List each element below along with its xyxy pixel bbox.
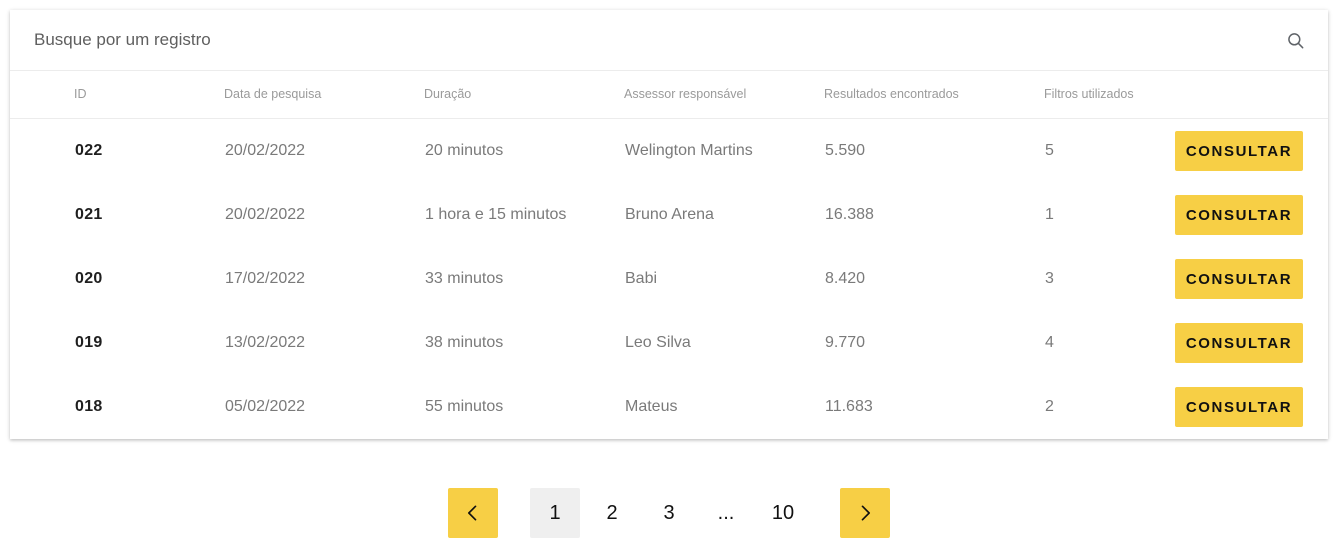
- cell-advisor: Babi: [625, 270, 658, 287]
- table-header: ID Data de pesquisa Duração Assessor res…: [10, 71, 1328, 119]
- consult-button[interactable]: CONSULTAR: [1175, 323, 1303, 363]
- table-row: 022 20/02/2022 20 minutos Welington Mart…: [10, 119, 1328, 183]
- cell-results: 16.388: [825, 206, 874, 223]
- cell-date: 20/02/2022: [225, 142, 306, 159]
- table-body: 022 20/02/2022 20 minutos Welington Mart…: [10, 119, 1328, 439]
- cell-filters: 4: [1045, 334, 1054, 351]
- page-ellipsis: ...: [717, 501, 735, 524]
- cell-advisor: Mateus: [625, 398, 678, 415]
- chevron-right-icon: [861, 505, 870, 521]
- cell-results: 9.770: [825, 334, 866, 351]
- search-input[interactable]: [34, 22, 1304, 58]
- next-page-button[interactable]: [840, 488, 890, 538]
- cell-duration: 1 hora e 15 minutos: [425, 206, 567, 223]
- table-row: 018 05/02/2022 55 minutos Mateus 11.683 …: [10, 375, 1328, 439]
- cell-filters: 5: [1045, 142, 1054, 159]
- cell-date: 05/02/2022: [225, 398, 306, 415]
- header-filters: Filtros utilizados: [1044, 87, 1134, 101]
- cell-results: 5.590: [825, 142, 866, 159]
- search-bar: [10, 10, 1328, 71]
- cell-id: 021: [75, 206, 103, 223]
- cell-id: 020: [75, 270, 103, 287]
- cell-date: 20/02/2022: [225, 206, 306, 223]
- table-row: 020 17/02/2022 33 minutos Babi 8.420 3 C…: [10, 247, 1328, 311]
- search-icon[interactable]: [1286, 31, 1306, 51]
- cell-id: 019: [75, 334, 103, 351]
- page-button-last[interactable]: 10: [758, 488, 808, 538]
- cell-duration: 38 minutos: [425, 334, 504, 351]
- cell-id: 022: [75, 142, 103, 159]
- consult-button[interactable]: CONSULTAR: [1175, 195, 1303, 235]
- header-results: Resultados encontrados: [824, 87, 959, 101]
- header-duration: Duração: [424, 87, 472, 101]
- pagination: 1 2 3 ... 10: [0, 488, 1338, 538]
- consult-button[interactable]: CONSULTAR: [1175, 131, 1303, 171]
- cell-filters: 2: [1045, 398, 1054, 415]
- header-advisor: Assessor responsável: [624, 87, 747, 101]
- page-button-1[interactable]: 1: [530, 488, 580, 538]
- page-button-2[interactable]: 2: [587, 488, 637, 538]
- cell-date: 17/02/2022: [225, 270, 306, 287]
- header-id: ID: [74, 87, 87, 101]
- cell-duration: 33 minutos: [425, 270, 504, 287]
- records-card: ID Data de pesquisa Duração Assessor res…: [10, 10, 1328, 439]
- cell-advisor: Bruno Arena: [625, 206, 714, 223]
- cell-advisor: Leo Silva: [625, 334, 691, 351]
- page-button-3[interactable]: 3: [644, 488, 694, 538]
- cell-results: 11.683: [825, 398, 873, 415]
- header-date: Data de pesquisa: [224, 87, 322, 101]
- table-row: 021 20/02/2022 1 hora e 15 minutos Bruno…: [10, 183, 1328, 247]
- previous-page-button[interactable]: [448, 488, 498, 538]
- cell-duration: 55 minutos: [425, 398, 504, 415]
- table-row: 019 13/02/2022 38 minutos Leo Silva 9.77…: [10, 311, 1328, 375]
- cell-results: 8.420: [825, 270, 866, 287]
- consult-button[interactable]: CONSULTAR: [1175, 259, 1303, 299]
- cell-filters: 3: [1045, 270, 1054, 287]
- consult-button[interactable]: CONSULTAR: [1175, 387, 1303, 427]
- cell-filters: 1: [1045, 206, 1054, 223]
- cell-duration: 20 minutos: [425, 142, 504, 159]
- chevron-left-icon: [468, 505, 477, 521]
- cell-id: 018: [75, 398, 103, 415]
- cell-date: 13/02/2022: [225, 334, 306, 351]
- cell-advisor: Welington Martins: [625, 142, 753, 159]
